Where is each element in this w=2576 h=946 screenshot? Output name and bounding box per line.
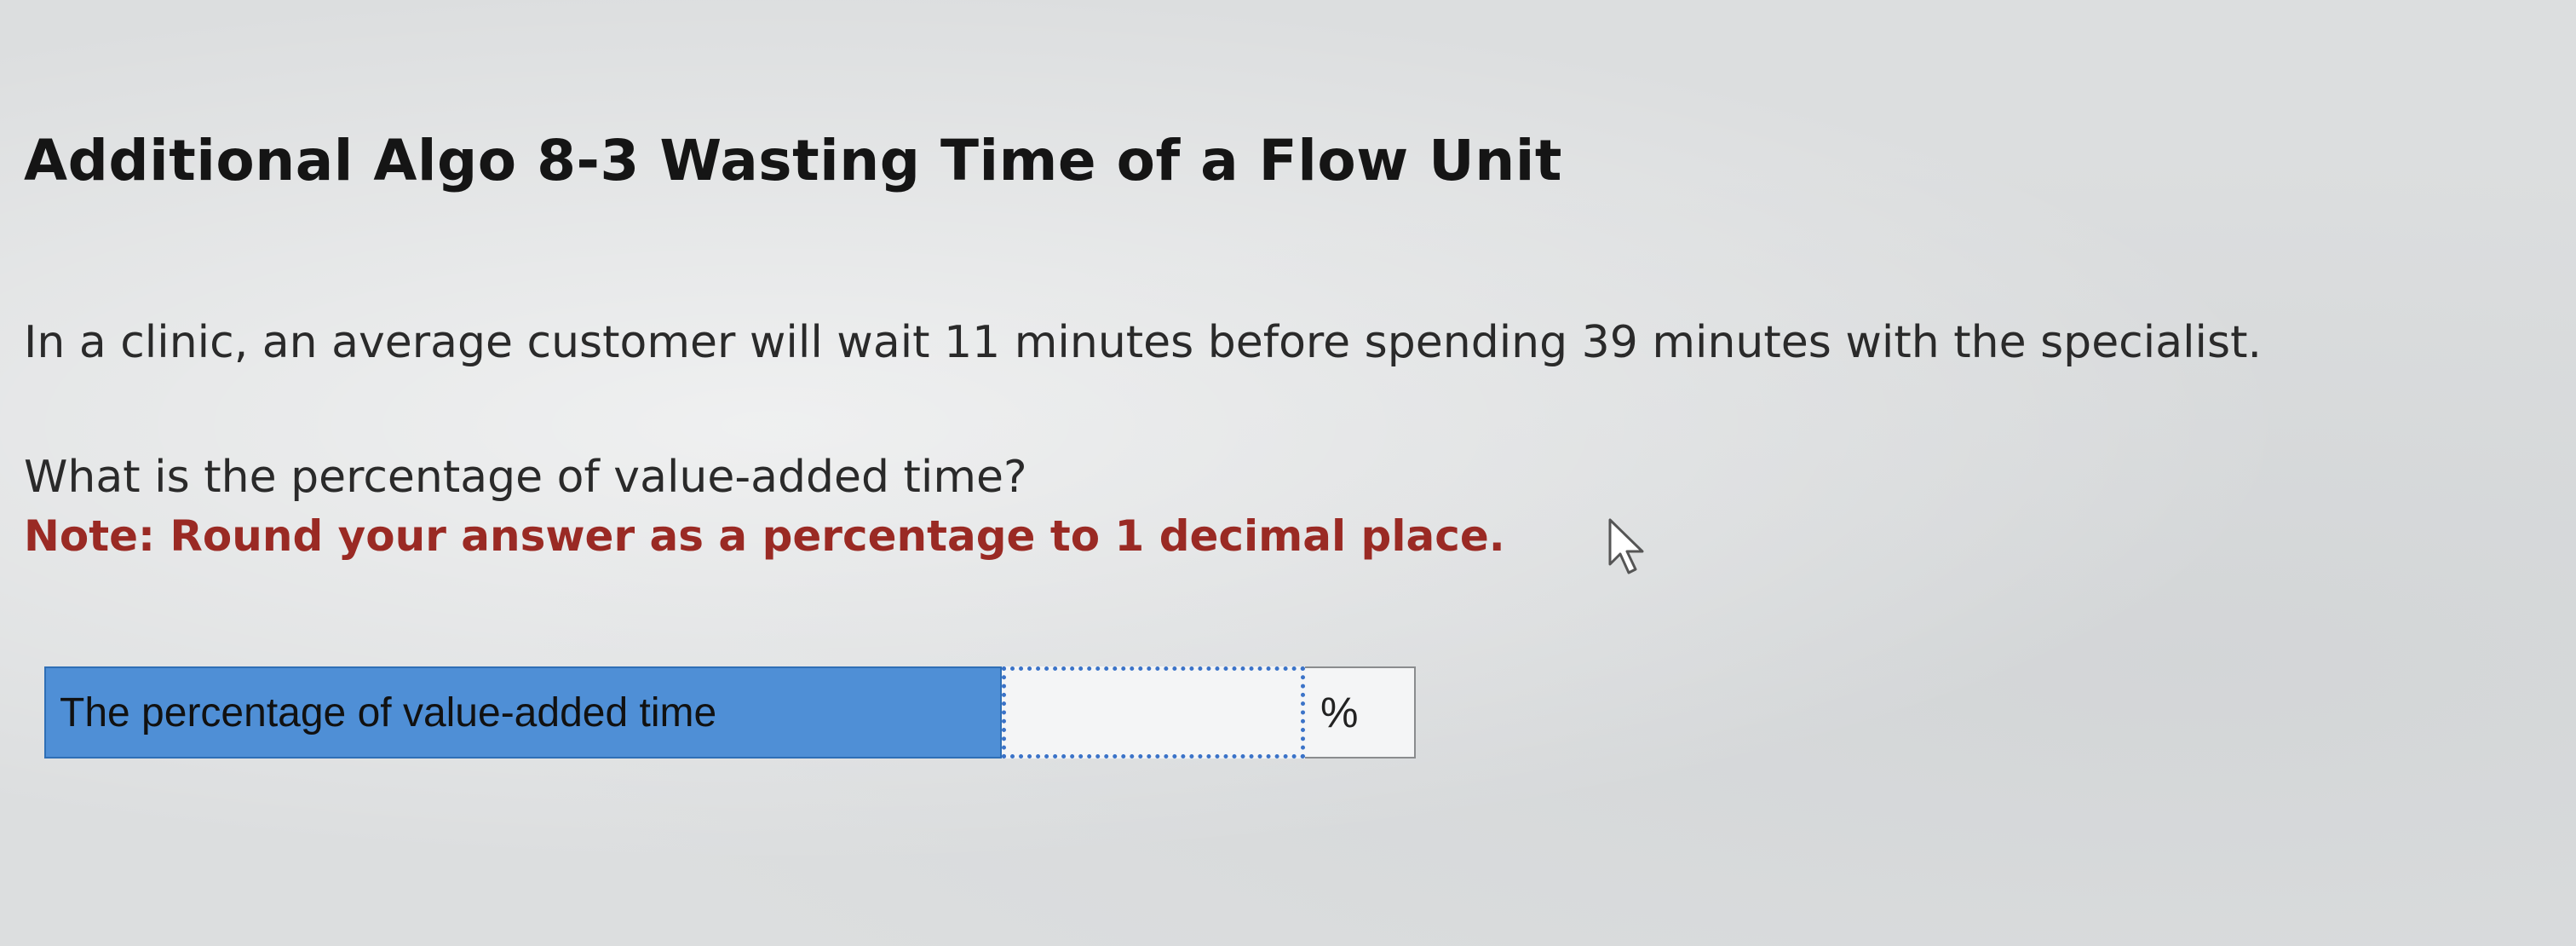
mouse-pointer-icon: [1607, 516, 1649, 576]
question-text: In a clinic, an average customer will wa…: [24, 317, 2262, 368]
answer-row: The percentage of value-added time %: [44, 666, 1416, 759]
percent-unit-label: %: [1305, 666, 1416, 759]
rounding-note: Note: Round your answer as a percentage …: [24, 511, 1505, 561]
question-page: Additional Algo 8-3 Wasting Time of a Fl…: [0, 0, 2576, 946]
answer-label: The percentage of value-added time: [44, 666, 1002, 759]
page-title: Additional Algo 8-3 Wasting Time of a Fl…: [24, 128, 1562, 193]
percentage-answer-input[interactable]: [1006, 671, 1301, 754]
prompt-text: What is the percentage of value-added ti…: [24, 452, 1027, 503]
answer-input-cell[interactable]: [1002, 666, 1305, 759]
